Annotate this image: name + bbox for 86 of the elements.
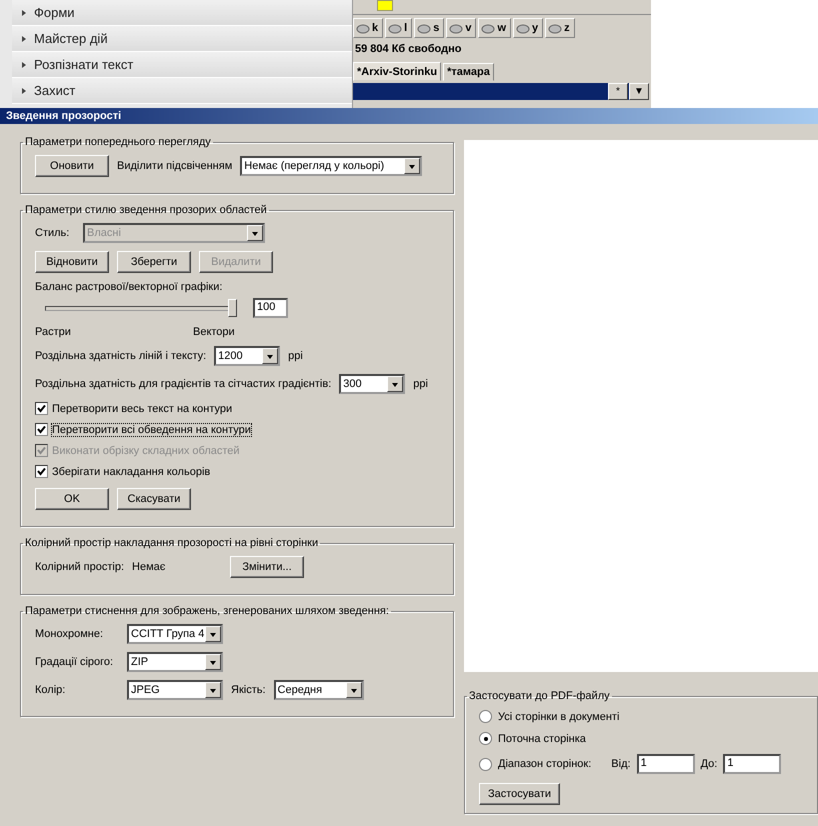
checkbox[interactable] — [35, 423, 48, 436]
checkbox-label: Зберігати накладання кольорів — [52, 466, 210, 478]
group-title: Параметри стиснення для зображень, згенерованих шляхом зведення: — [24, 605, 390, 617]
disk-icon — [481, 22, 496, 34]
group-title: Застосувати до PDF-файлу — [468, 690, 611, 702]
dialog-title: Зведення прозорості — [0, 108, 818, 124]
drive-button[interactable]: v — [446, 18, 476, 38]
tab[interactable]: *Arxiv-Storinku — [353, 62, 442, 81]
checkbox-label: Перетворити всі обведення на контури — [52, 424, 251, 436]
radio-label: Діапазон сторінок: — [498, 758, 592, 770]
gradient-resolution-dropdown[interactable]: 300 — [339, 374, 406, 394]
toolbar-icon[interactable] — [377, 0, 393, 11]
disk-icon — [388, 22, 402, 34]
radio-button[interactable] — [479, 710, 492, 723]
ok-button[interactable]: OK — [35, 488, 109, 510]
drive-button[interactable]: s — [414, 18, 444, 38]
radio-label: Усі сторінки в документі — [498, 710, 620, 722]
disk-icon — [449, 22, 464, 34]
field-label: Якість: — [231, 684, 266, 696]
group-title: Колірний простір накладання прозорості на рівні сторінки — [24, 537, 320, 549]
accordion-label: Захист — [34, 83, 76, 98]
cancel-button[interactable]: Скасувати — [117, 488, 191, 510]
accordion-item[interactable]: Форми — [12, 0, 352, 26]
field-label: Виділити підсвіченням — [117, 160, 232, 172]
field-label: Роздільна здатність ліній і тексту: — [35, 350, 206, 362]
balance-label: Баланс растрової/векторної графіки: — [35, 281, 224, 293]
disk-icon — [417, 22, 432, 34]
apply-button[interactable]: Застосувати — [479, 783, 560, 805]
field-value: Немає — [132, 561, 166, 573]
free-space-text: 59 804 Кб свободно — [354, 42, 462, 57]
path-bar-button[interactable]: ▼ — [629, 83, 649, 100]
field-label: Колірний простір: — [35, 561, 124, 573]
drive-button[interactable]: y — [513, 18, 544, 38]
accordion-item[interactable]: Розпізнати текст — [12, 52, 352, 78]
tab[interactable]: *тамара — [443, 63, 494, 81]
drive-button[interactable]: k — [353, 18, 384, 38]
unit-label: ppi — [413, 378, 428, 390]
style-button[interactable]: Зберегти — [117, 251, 191, 273]
field-label: До: — [700, 758, 718, 770]
triangle-icon — [22, 88, 26, 94]
field-label: Стиль: — [35, 227, 70, 239]
color-dropdown[interactable]: JPEG — [127, 680, 223, 700]
balance-input[interactable]: 100 — [253, 298, 288, 318]
drive-button[interactable]: l — [385, 18, 412, 38]
radio-label: Поточна сторінка — [498, 732, 586, 744]
unit-label: ppi — [288, 350, 303, 362]
slider-max-label: Вектори — [193, 326, 235, 338]
highlight-dropdown[interactable]: Немає (перегляд у кольорі) — [240, 156, 422, 176]
disk-icon — [548, 22, 562, 34]
accordion-label: Форми — [34, 5, 75, 20]
accordion-label: Розпізнати текст — [34, 57, 134, 72]
field-label: Роздільна здатність для градієнтів та сітчастих градієнтів: — [35, 378, 332, 390]
checkbox[interactable] — [35, 465, 48, 478]
accordion-label: Майстер дій — [34, 31, 108, 46]
monochrome-dropdown[interactable]: CCITT Група 4 — [127, 624, 223, 644]
slider-thumb[interactable] — [228, 298, 237, 316]
triangle-icon — [22, 10, 26, 16]
triangle-icon — [22, 36, 26, 42]
drive-button[interactable]: w — [478, 18, 511, 38]
slider-min-label: Растри — [35, 326, 72, 338]
disk-icon — [356, 22, 370, 34]
radio-button[interactable] — [479, 732, 492, 745]
quality-dropdown[interactable]: Середня — [274, 680, 364, 700]
accordion-item[interactable]: Майстер дій — [12, 26, 352, 52]
checkbox[interactable] — [35, 402, 48, 415]
refresh-button[interactable]: Оновити — [35, 155, 109, 177]
field-label: Колір: — [35, 684, 66, 696]
checkbox-label: Виконати обрізку складних областей — [52, 444, 240, 456]
grayscale-dropdown[interactable]: ZIP — [127, 652, 223, 672]
to-page-input[interactable]: 1 — [723, 754, 782, 774]
checkbox-label: Перетворити весь текст на контури — [52, 402, 232, 414]
group-title: Параметри попереднього перегляду — [24, 136, 212, 148]
from-page-input[interactable]: 1 — [636, 754, 695, 774]
group-title: Параметри стилю зведення прозорих областей — [24, 204, 268, 216]
field-label: Монохромне: — [35, 628, 104, 640]
path-bar-button[interactable]: * — [608, 83, 628, 100]
accordion-item[interactable]: Захист — [12, 78, 352, 104]
field-label: Градації сірого: — [35, 656, 114, 668]
radio-button[interactable] — [479, 758, 492, 770]
triangle-icon — [22, 62, 26, 68]
drive-button[interactable]: z — [545, 18, 575, 38]
field-label: Від: — [611, 758, 631, 770]
line-resolution-dropdown[interactable]: 1200 — [214, 346, 280, 366]
disk-icon — [516, 22, 530, 34]
style-button[interactable]: Відновити — [35, 251, 109, 273]
change-button[interactable]: Змінити... — [230, 556, 304, 578]
